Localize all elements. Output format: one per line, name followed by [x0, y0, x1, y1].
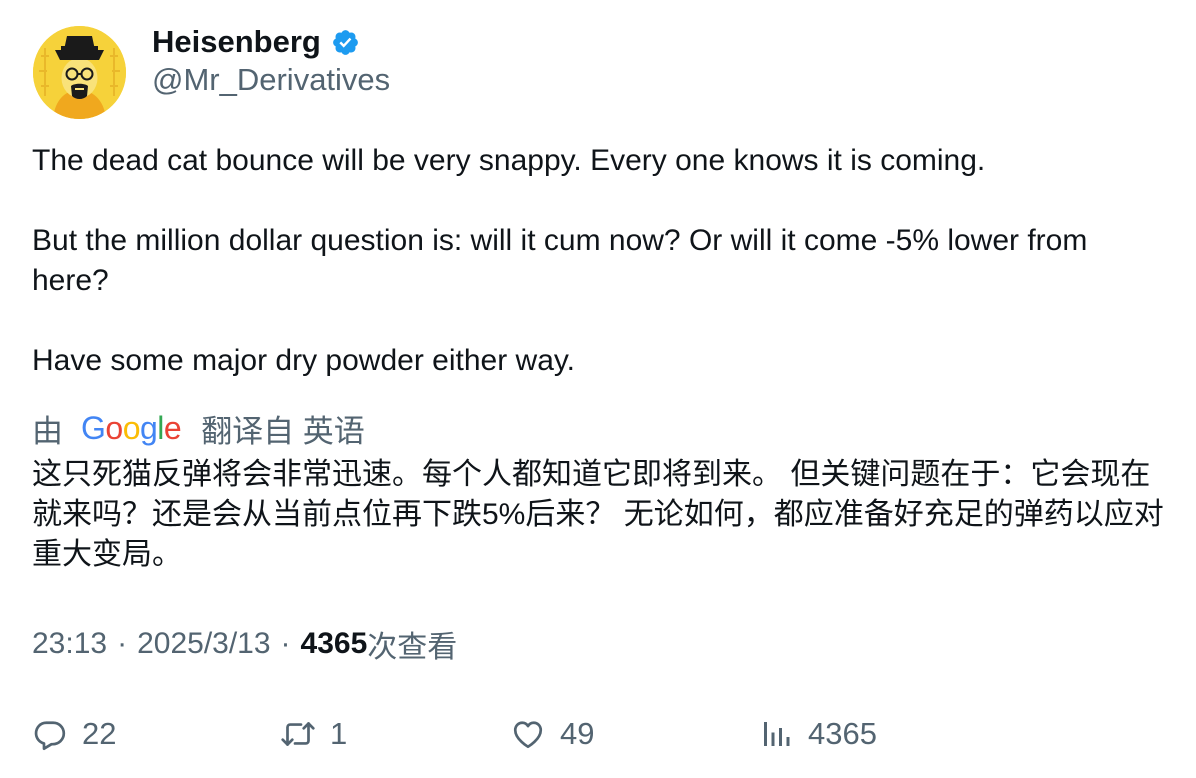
reply-icon	[32, 716, 68, 752]
heisenberg-avatar-icon	[33, 26, 126, 119]
like-button[interactable]: 49	[510, 710, 594, 758]
tweet-paragraph: Have some major dry powder either way.	[32, 344, 575, 377]
views-button[interactable]: 4365	[758, 710, 877, 758]
translation-prefix: 由	[32, 413, 63, 449]
tweet-body: The dead cat bounce will be very snappy.…	[32, 141, 1172, 381]
heart-icon	[510, 716, 546, 752]
author-avatar[interactable]	[33, 26, 126, 119]
author-display-name[interactable]: Heisenberg	[152, 24, 321, 60]
views-label: 次查看	[367, 631, 458, 664]
meta-separator: ·	[280, 627, 291, 660]
tweet-paragraph: But the million dollar question is: will…	[32, 224, 1088, 297]
translation-attribution: 由 Google 翻译自 英语	[32, 406, 365, 451]
reply-count: 22	[82, 716, 117, 751]
verified-badge-icon	[331, 28, 360, 57]
retweet-button[interactable]: 1	[280, 710, 347, 758]
google-logo: Google	[81, 409, 182, 446]
tweet-card: Heisenberg @Mr_Derivatives The dead cat …	[0, 0, 1196, 778]
like-count: 49	[560, 716, 595, 751]
retweet-count: 1	[330, 716, 348, 751]
tweet-meta: 23:13 · 2025/3/13 · 4365 次查看	[32, 624, 457, 664]
tweet-actions: 22 1 49 4365	[0, 710, 1196, 758]
translated-tweet-body: 这只死猫反弹将会非常迅速。每个人都知道它即将到来。 但关键问题在于：它会现在就来…	[32, 458, 1164, 571]
views-count: 4365	[300, 627, 368, 660]
tweet-time[interactable]: 23:13	[32, 627, 107, 661]
author-handle[interactable]: @Mr_Derivatives	[152, 62, 390, 98]
views-action-count: 4365	[808, 716, 877, 751]
author-name-row: Heisenberg	[152, 22, 360, 62]
meta-separator: ·	[117, 627, 128, 660]
translated-from-link[interactable]: 翻译自 英语	[201, 406, 365, 451]
reply-button[interactable]: 22	[32, 710, 116, 758]
retweet-icon	[280, 716, 316, 752]
bar-chart-icon	[758, 716, 794, 752]
tweet-paragraph: The dead cat bounce will be very snappy.…	[32, 144, 986, 177]
tweet-date[interactable]: 2025/3/13	[137, 627, 270, 661]
